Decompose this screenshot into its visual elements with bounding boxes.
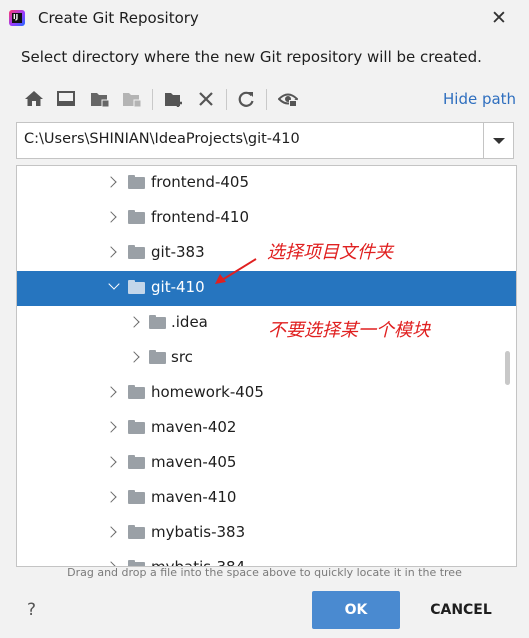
file-chooser-toolbar — [16, 82, 515, 116]
folder-icon — [128, 210, 145, 224]
directory-tree[interactable]: frontend-405 frontend-410 git-383 git-41… — [16, 165, 517, 567]
show-hidden-icon[interactable] — [278, 90, 298, 108]
tree-row-label: mybatis-383 — [151, 523, 246, 541]
tree-row-label: frontend-405 — [151, 173, 249, 191]
path-field[interactable]: C:\Users\SHINIAN\IdeaProjects\git-410 — [16, 122, 514, 159]
close-icon[interactable]: ✕ — [488, 6, 510, 30]
tree-row-label: frontend-410 — [151, 208, 249, 226]
annotation-arrow-icon — [215, 258, 257, 284]
tree-row[interactable]: maven-410 — [17, 481, 516, 516]
ok-button[interactable]: OK — [312, 591, 400, 629]
folder-icon — [149, 315, 166, 329]
project-folder-icon[interactable] — [90, 90, 110, 108]
folder-icon — [128, 245, 145, 259]
folder-icon — [128, 280, 145, 294]
chevron-down-icon — [493, 138, 505, 144]
chevron-right-icon[interactable] — [105, 176, 117, 188]
tree-row[interactable]: .idea — [17, 306, 516, 341]
tree-row[interactable]: maven-402 — [17, 411, 516, 446]
intellij-icon: IJ — [9, 10, 25, 26]
folder-icon — [149, 350, 166, 364]
tree-row[interactable]: frontend-405 — [17, 166, 516, 201]
new-folder-icon[interactable] — [164, 90, 184, 108]
toolbar-separator — [266, 89, 267, 110]
tree-row-label: src — [171, 348, 193, 366]
chevron-right-icon[interactable] — [105, 211, 117, 223]
toolbar-separator — [226, 89, 227, 110]
chevron-right-icon[interactable] — [105, 246, 117, 258]
tree-row-label: maven-405 — [151, 453, 237, 471]
path-history-dropdown[interactable] — [483, 123, 513, 158]
chevron-right-icon[interactable] — [105, 421, 117, 433]
delete-icon[interactable] — [196, 90, 216, 108]
chevron-right-icon[interactable] — [105, 491, 117, 503]
desktop-icon[interactable] — [56, 90, 76, 108]
tree-row-label: homework-405 — [151, 383, 264, 401]
annotation-select-project: 选择项目文件夹 — [267, 242, 393, 263]
path-value[interactable]: C:\Users\SHINIAN\IdeaProjects\git-410 — [24, 131, 300, 147]
home-icon[interactable] — [24, 90, 44, 108]
folder-icon — [128, 175, 145, 189]
cancel-button[interactable]: CANCEL — [418, 591, 504, 629]
tree-row-label: maven-402 — [151, 418, 237, 436]
hide-path-link[interactable]: Hide path — [443, 90, 516, 108]
folder-icon — [128, 525, 145, 539]
tree-row[interactable]: src — [17, 341, 516, 376]
module-folder-icon[interactable] — [122, 90, 142, 108]
toolbar-separator — [152, 89, 153, 110]
dialog-description: Select directory where the new Git repos… — [21, 48, 482, 66]
tree-row-label: maven-410 — [151, 488, 237, 506]
drag-drop-hint: Drag and drop a file into the space abov… — [67, 566, 462, 579]
chevron-right-icon[interactable] — [105, 386, 117, 398]
tree-row-label: git-410 — [151, 278, 205, 296]
tree-scrollbar-thumb[interactable] — [505, 351, 510, 385]
folder-icon — [128, 420, 145, 434]
chevron-down-icon[interactable] — [108, 278, 120, 290]
chevron-right-icon[interactable] — [128, 351, 140, 363]
refresh-icon[interactable] — [236, 90, 256, 108]
folder-icon — [128, 385, 145, 399]
annotation-do-not-select-module: 不要选择某一个模块 — [268, 320, 430, 341]
tree-row-selected[interactable]: git-410 — [17, 271, 516, 306]
chevron-right-icon[interactable] — [105, 526, 117, 538]
window-title: Create Git Repository — [38, 9, 199, 27]
folder-icon — [128, 455, 145, 469]
tree-row-label: git-383 — [151, 243, 205, 261]
tree-row[interactable]: mybatis-383 — [17, 516, 516, 551]
chevron-right-icon[interactable] — [128, 316, 140, 328]
help-button[interactable]: ? — [27, 600, 36, 620]
tree-row[interactable]: maven-405 — [17, 446, 516, 481]
tree-row-label: .idea — [171, 313, 208, 331]
tree-row[interactable]: homework-405 — [17, 376, 516, 411]
title-bar: IJ Create Git Repository ✕ — [0, 0, 529, 38]
tree-row[interactable]: frontend-410 — [17, 201, 516, 236]
tree-row[interactable]: mybatis-384 — [17, 551, 516, 566]
folder-icon — [128, 490, 145, 504]
chevron-right-icon[interactable] — [105, 456, 117, 468]
